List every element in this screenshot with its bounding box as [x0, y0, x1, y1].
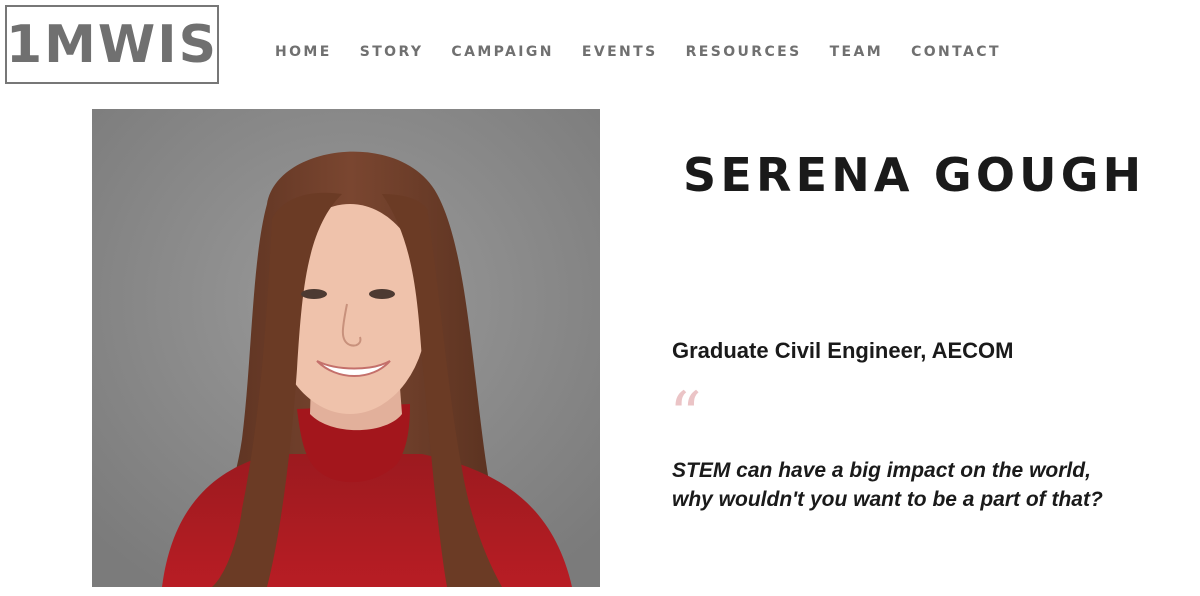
- quote-mark-icon: “: [669, 379, 702, 453]
- quote-line-2: why wouldn't you want to be a part of th…: [672, 488, 1103, 511]
- logo-text: 1MWIS: [5, 14, 219, 75]
- nav-resources[interactable]: RESOURCES: [686, 44, 802, 60]
- main-nav: HOME STORY CAMPAIGN EVENTS RESOURCES TEA…: [275, 44, 1001, 60]
- nav-home[interactable]: HOME: [275, 44, 332, 60]
- site-logo[interactable]: 1MWIS: [5, 5, 219, 84]
- profile-role: Graduate Civil Engineer, AECOM: [672, 338, 1014, 363]
- nav-team[interactable]: TEAM: [830, 44, 883, 60]
- nav-story[interactable]: STORY: [360, 44, 424, 60]
- nav-contact[interactable]: CONTACT: [911, 44, 1001, 60]
- nav-events[interactable]: EVENTS: [582, 44, 658, 60]
- profile-photo-illustration: [92, 109, 600, 587]
- profile-name: SERENA GOUGH: [683, 148, 1146, 202]
- quote-line-1: STEM can have a big impact on the world,: [672, 459, 1091, 482]
- nav-campaign[interactable]: CAMPAIGN: [451, 44, 553, 60]
- profile-quote: STEM can have a big impact on the world,…: [672, 456, 1182, 514]
- profile-photo: [92, 109, 600, 587]
